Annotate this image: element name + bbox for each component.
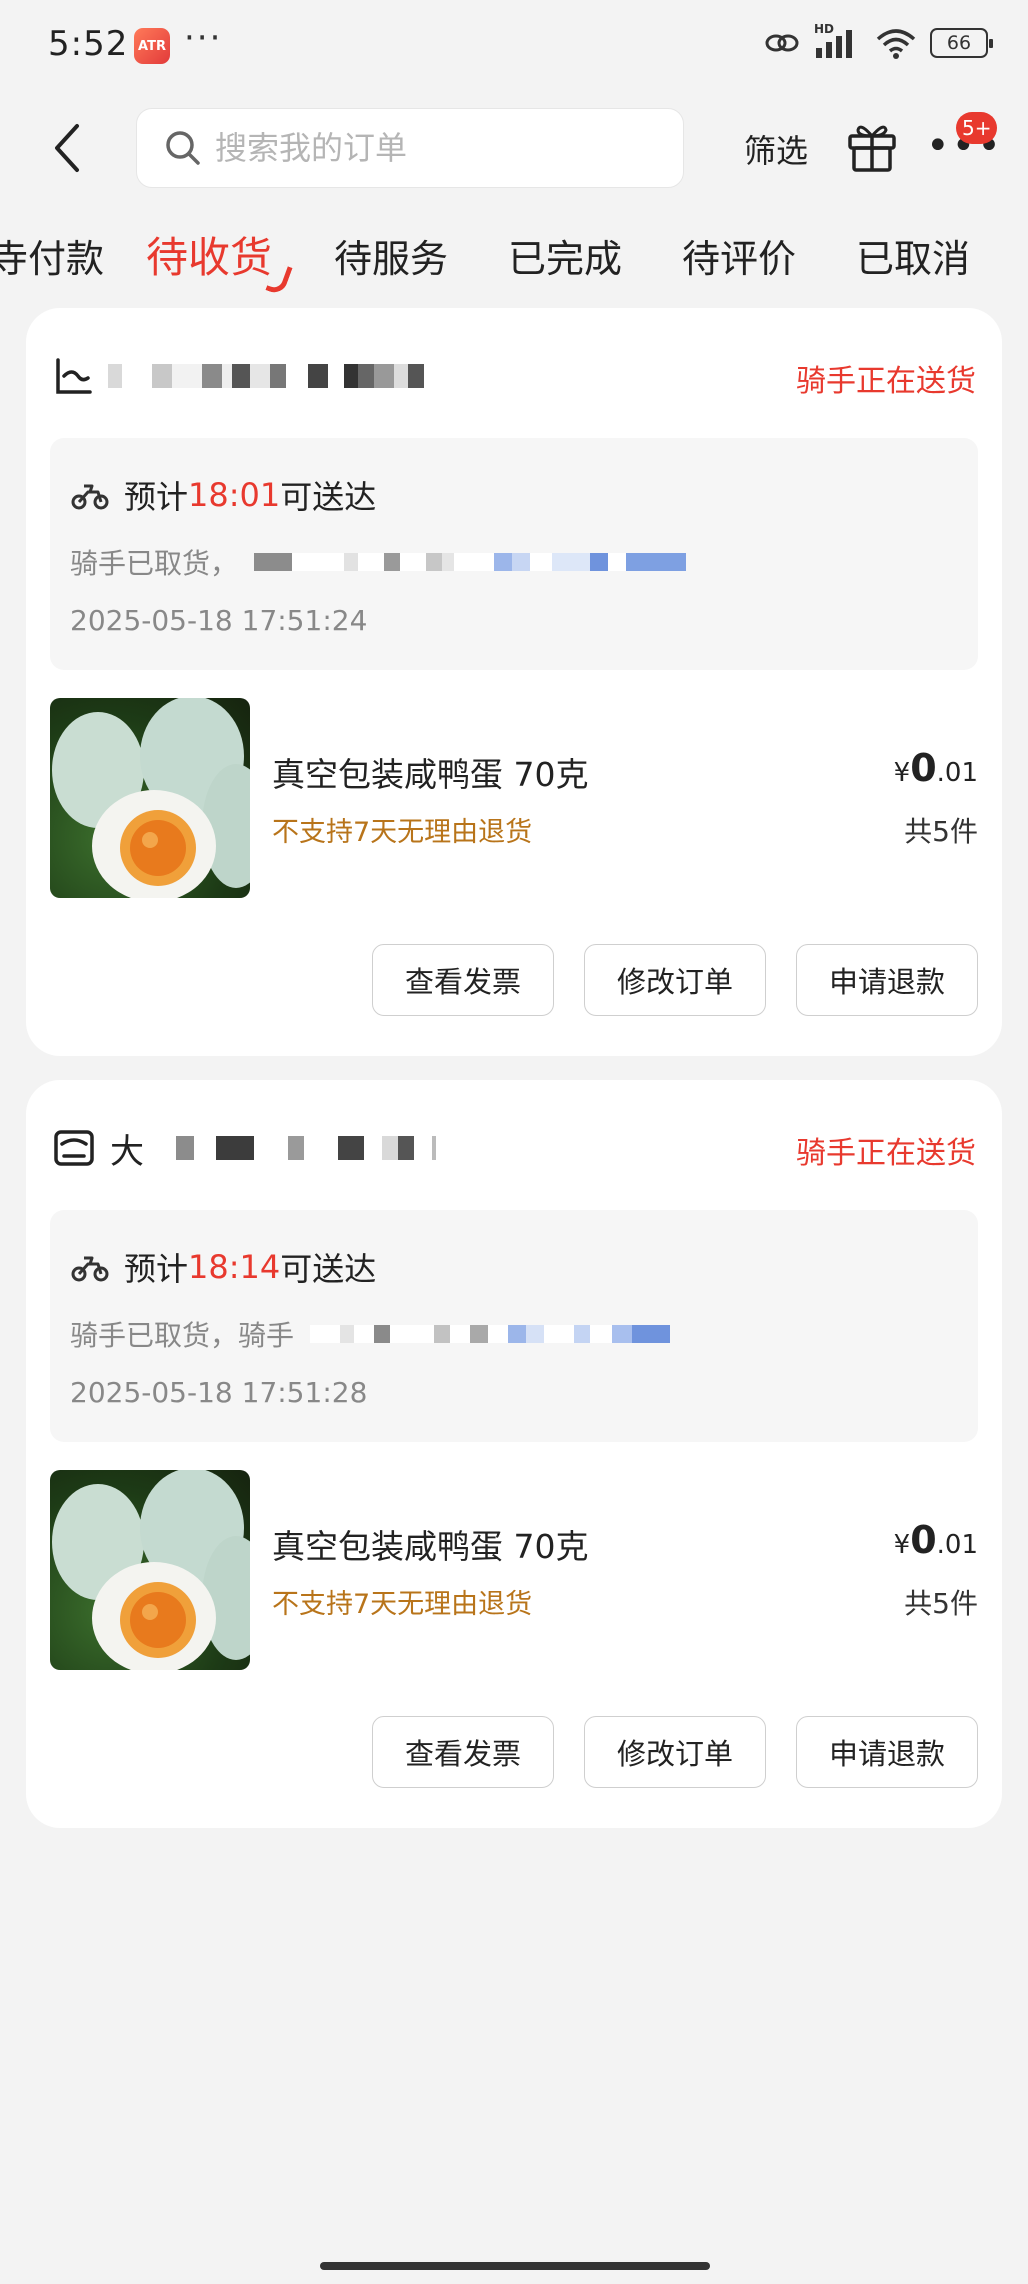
store-icon	[54, 1130, 94, 1166]
eta-time: 18:14	[188, 1248, 281, 1286]
rider-info-redacted	[254, 553, 687, 571]
wifi-icon	[876, 29, 916, 59]
scooter-icon	[71, 1256, 109, 1282]
return-policy-note: 不支持7天无理由退货	[272, 1589, 533, 1620]
search-icon	[163, 128, 203, 168]
modify-order-button[interactable]: 修改订单	[584, 944, 766, 1016]
tab-pending-service[interactable]: 待服务	[334, 228, 448, 283]
request-refund-button[interactable]: 申请退款	[796, 944, 978, 1016]
view-invoice-button[interactable]: 查看发票	[372, 1716, 554, 1788]
rider-status: 骑手已取货，骑手	[70, 1319, 295, 1352]
filter-button[interactable]: 筛选	[744, 126, 808, 172]
link-icon	[765, 34, 799, 52]
shop-row[interactable]: 大 骑手正在送货	[52, 1122, 976, 1172]
tab-cancelled[interactable]: 已取消	[856, 228, 970, 283]
tab-pending-receipt[interactable]: 待收货	[146, 224, 272, 285]
order-list-screen: 5:52 ATR ··· HD 66 搜索我的订单 筛选 ••• 5+ 寺付款 …	[0, 0, 1028, 2284]
order-actions: 查看发票 修改订单 申请退款	[372, 944, 978, 1016]
eta-prefix: 预计	[124, 478, 189, 516]
battery-icon: 66	[930, 28, 993, 58]
status-more-dots: ···	[184, 18, 223, 58]
shop-row[interactable]: 骑手正在送货	[52, 350, 976, 400]
eta-suffix: 可送达	[280, 478, 377, 516]
gift-button[interactable]	[844, 118, 900, 174]
home-indicator[interactable]	[320, 2262, 710, 2270]
search-input[interactable]	[215, 129, 635, 167]
product-quantity: 共5件	[904, 815, 978, 848]
product-name: 真空包装咸鸭蛋 70克	[272, 755, 589, 794]
tab-pending-payment[interactable]: 寺付款	[0, 228, 104, 283]
product-name: 真空包装咸鸭蛋 70克	[272, 1527, 589, 1566]
price-decimal: .01	[936, 758, 978, 788]
price-decimal: .01	[936, 1530, 978, 1560]
product-image	[50, 698, 250, 898]
order-status: 骑手正在送货	[796, 364, 976, 399]
eta-line: 预计 18:14 可送达	[70, 1244, 376, 1290]
price-currency: ¥	[893, 758, 911, 788]
order-timestamp: 2025-05-18 17:51:28	[70, 1376, 368, 1409]
product-item[interactable]: 真空包装咸鸭蛋 70克 不支持7天无理由退货 ¥0.01 共5件	[50, 698, 978, 898]
price-integer: 0	[910, 1518, 937, 1562]
request-refund-button[interactable]: 申请退款	[796, 1716, 978, 1788]
order-status: 骑手正在送货	[796, 1136, 976, 1171]
eta-prefix: 预计	[124, 1250, 189, 1288]
cellular-signal-icon: HD	[814, 22, 862, 60]
tab-completed[interactable]: 已完成	[508, 228, 622, 283]
rider-info-redacted	[310, 1325, 671, 1343]
search-box[interactable]	[136, 108, 684, 188]
order-tabs: 寺付款 待收货 待服务 已完成 待评价 已取消	[0, 210, 1028, 306]
price-currency: ¥	[893, 1530, 911, 1560]
order-actions: 查看发票 修改订单 申请退款	[372, 1716, 978, 1788]
chevron-left-icon	[55, 124, 79, 172]
eta-suffix: 可送达	[280, 1250, 377, 1288]
delivery-info[interactable]: 预计 18:01 可送达 骑手已取货， 2025-05-18 17:51:24	[50, 438, 978, 670]
shop-name-redacted	[148, 1128, 436, 1164]
order-timestamp: 2025-05-18 17:51:24	[70, 604, 368, 637]
product-price: ¥0.01	[894, 746, 978, 790]
view-invoice-button[interactable]: 查看发票	[372, 944, 554, 1016]
store-icon	[56, 358, 92, 394]
status-bar: 5:52 ATR ··· HD 66	[0, 0, 1028, 96]
rider-line: 骑手已取货，骑手	[70, 1314, 671, 1354]
tab-pending-review[interactable]: 待评价	[682, 228, 796, 283]
product-image	[50, 1470, 250, 1670]
scooter-icon	[71, 484, 109, 510]
back-button[interactable]	[44, 118, 90, 178]
price-integer: 0	[910, 746, 937, 790]
status-indicators: HD 66	[764, 22, 993, 60]
order-card[interactable]: 骑手正在送货 预计 18:01 可送达 骑手已取货， 2025-05-18 17…	[26, 308, 1002, 1056]
product-item[interactable]: 真空包装咸鸭蛋 70克 不支持7天无理由退货 ¥0.01 共5件	[50, 1470, 978, 1670]
delivery-info[interactable]: 预计 18:14 可送达 骑手已取货，骑手 2025-05-18 17:51:2…	[50, 1210, 978, 1442]
notification-badge: 5+	[956, 112, 998, 144]
more-button[interactable]: ••• 5+	[924, 112, 1001, 174]
product-quantity: 共5件	[904, 1587, 978, 1620]
shop-name-redacted	[108, 356, 424, 392]
status-time: 5:52	[48, 24, 129, 64]
notification-app-icon: ATR	[134, 28, 170, 64]
gift-icon	[848, 125, 896, 172]
eta-time: 18:01	[188, 476, 281, 514]
rider-status: 骑手已取货，	[70, 547, 239, 580]
return-policy-note: 不支持7天无理由退货	[272, 817, 533, 848]
product-price: ¥0.01	[894, 1518, 978, 1562]
eta-line: 预计 18:01 可送达	[70, 472, 376, 518]
order-card[interactable]: 大 骑手正在送货 预计 18:14 可送达 骑手已取货，骑手 2025-05-1…	[26, 1080, 1002, 1828]
shop-name: 大	[110, 1132, 144, 1172]
modify-order-button[interactable]: 修改订单	[584, 1716, 766, 1788]
rider-line: 骑手已取货，	[70, 542, 687, 582]
header: 筛选 ••• 5+	[0, 96, 1028, 200]
